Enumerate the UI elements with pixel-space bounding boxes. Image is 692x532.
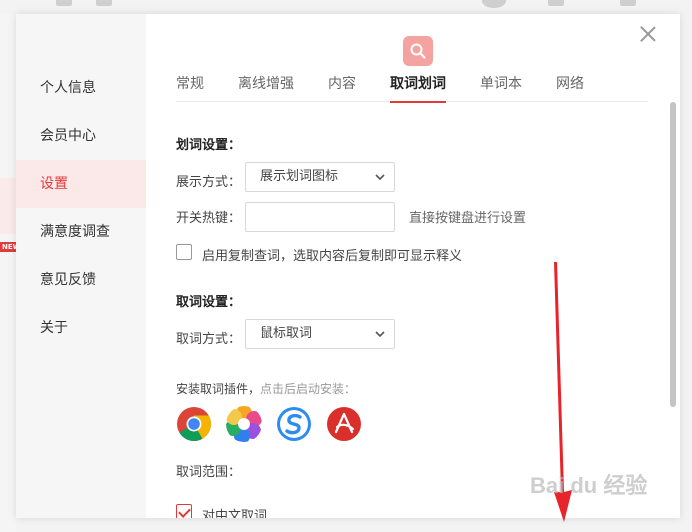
sidebar-item-survey[interactable]: 满意度调查 (16, 208, 146, 256)
settings-sidebar: 个人信息 会员中心 设置 满意度调查 意见反馈 关于 (16, 14, 146, 518)
copy-lookup-checkbox[interactable] (176, 244, 192, 260)
background-app-edge (680, 14, 692, 532)
sidebar-item-about[interactable]: 关于 (16, 304, 146, 352)
tab-word-capture[interactable]: 取词划词 (390, 72, 446, 103)
scope-title: 取词范围： (176, 465, 242, 480)
watermark: Bai du 经验 (530, 473, 648, 498)
background-avatar-icon (482, 0, 506, 8)
tab-wordbook[interactable]: 单词本 (480, 72, 522, 102)
tab-network[interactable]: 网络 (556, 72, 584, 102)
search-icon (410, 43, 426, 59)
colorful-browser-icon[interactable] (226, 406, 262, 442)
chinese-capture-checkbox[interactable] (176, 504, 192, 518)
settings-content: 划词设置： 展示方式： 展示划词图标 开关热键： 直接按键盘进行设置 启用复制查… (176, 114, 672, 518)
background-icon (548, 0, 564, 6)
sidebar-item-label: 个人信息 (40, 80, 96, 96)
copy-lookup-label: 启用复制查词，选取内容后复制即可显示释义 (202, 249, 463, 264)
sidebar-item-label: 关于 (40, 320, 68, 336)
tab-offline[interactable]: 离线增强 (238, 72, 294, 102)
tab-general[interactable]: 常规 (176, 72, 204, 102)
quci-section-title: 取词设置： (176, 295, 242, 310)
display-mode-label: 展示方式： (176, 175, 242, 190)
settings-tabs: 常规 离线增强 内容 取词划词 单词本 网络 (176, 72, 648, 103)
chinese-capture-label: 对中文取词 (202, 509, 268, 518)
background-app-header (0, 0, 692, 14)
close-icon[interactable] (640, 26, 656, 42)
capture-mode-select[interactable]: 鼠标取词 (245, 319, 395, 349)
chevron-down-icon (375, 331, 385, 338)
display-mode-select[interactable]: 展示划词图标 (245, 162, 395, 192)
huaci-section-title: 划词设置： (176, 138, 242, 153)
sogou-browser-icon[interactable] (276, 406, 312, 442)
sidebar-item-feedback[interactable]: 意见反馈 (16, 256, 146, 304)
sidebar-item-settings[interactable]: 设置 (16, 160, 146, 208)
sidebar-item-membership[interactable]: 会员中心 (16, 112, 146, 160)
hotkey-input[interactable] (245, 202, 395, 232)
tab-content[interactable]: 内容 (328, 72, 356, 102)
chevron-down-icon (375, 174, 385, 181)
plugin-install-main: 安装取词插件， (176, 382, 261, 396)
plugin-install-sub: 点击后启动安装： (260, 382, 357, 396)
sidebar-item-profile[interactable]: 个人信息 (16, 64, 146, 112)
sidebar-item-label: 满意度调查 (40, 224, 110, 240)
plugin-install-text: 安装取词插件，点击后启动安装： (176, 380, 356, 397)
chrome-icon[interactable] (176, 406, 212, 442)
sidebar-item-label: 会员中心 (40, 128, 96, 144)
adobe-acrobat-icon[interactable] (326, 406, 362, 442)
background-icon (56, 0, 72, 6)
hotkey-label: 开关热键： (176, 211, 242, 226)
background-icon (96, 0, 112, 6)
content-scrollbar[interactable] (670, 102, 676, 407)
background-icon (620, 0, 636, 6)
capture-mode-value: 鼠标取词 (260, 326, 313, 341)
background-app-footer (16, 518, 680, 532)
sidebar-item-label: 意见反馈 (40, 272, 96, 288)
sidebar-item-label: 设置 (40, 176, 68, 192)
app-logo (403, 36, 433, 66)
display-mode-value: 展示划词图标 (260, 169, 339, 184)
background-app-sidebar (0, 14, 16, 532)
settings-dialog: 个人信息 会员中心 设置 满意度调查 意见反馈 关于 常规 离线增强 内容 取词… (16, 14, 680, 518)
capture-mode-label: 取词方式： (176, 332, 242, 347)
hotkey-hint: 直接按键盘进行设置 (409, 211, 527, 226)
